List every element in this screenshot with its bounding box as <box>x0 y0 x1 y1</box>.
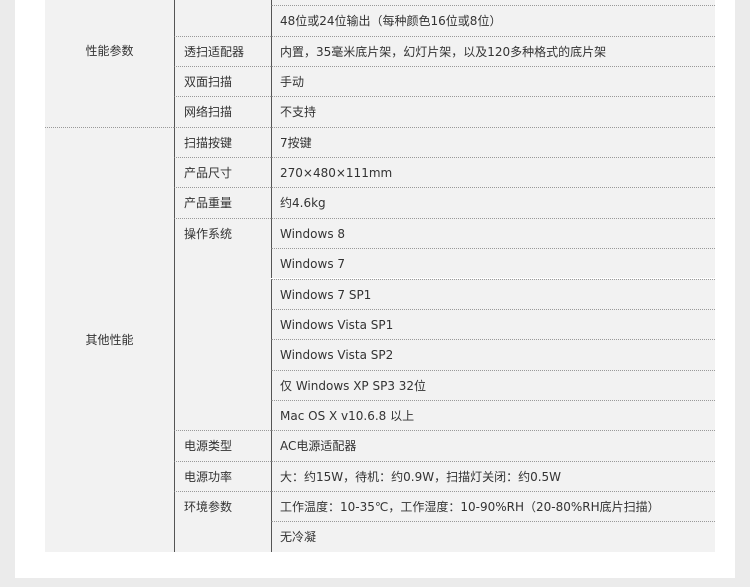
spec-label-cell <box>174 0 271 36</box>
spec-label-cell: 电源类型 <box>174 430 271 461</box>
spec-value: Windows Vista SP1 <box>271 308 715 340</box>
spec-label <box>184 0 271 5</box>
spec-label-cell: 双面扫描 <box>174 66 271 97</box>
spec-label: 网络扫描 <box>184 105 233 120</box>
spec-value: 7按键 <box>271 126 715 158</box>
spec-label-cell: 透扫适配器 <box>174 35 271 67</box>
content-panel: 彩色：48位输入（每种颜色16位）48位或24位输出（每种颜色16位或8位）透扫… <box>15 0 735 578</box>
spec-label: 双面扫描 <box>184 75 233 90</box>
spec-label-cell: 网络扫描 <box>174 96 271 127</box>
spec-label: 环境参数 <box>184 499 233 514</box>
spec-value: Windows Vista SP2 <box>271 339 715 370</box>
spec-value: Windows 7 SP1 <box>271 278 715 309</box>
spec-category: 性能参数 <box>45 0 174 127</box>
spec-value: 不支持 <box>271 96 715 127</box>
spec-label: 操作系统 <box>184 226 233 241</box>
spec-value: AC电源适配器 <box>271 430 715 461</box>
spec-label: 电源类型 <box>184 439 233 454</box>
spec-value: 仅 Windows XP SP3 32位 <box>271 369 715 400</box>
spec-value: 工作温度：10-35℃，工作湿度：10-90%RH（20-80%RH底片扫描） <box>271 490 715 522</box>
spec-value: 大：约15W，待机：约0.9W，扫描灯关闭：约0.5W <box>271 460 715 491</box>
spec-value: 48位或24位输出（每种颜色16位或8位） <box>271 5 715 36</box>
spec-label-cell: 环境参数 <box>174 490 271 552</box>
spec-label-cell: 操作系统 <box>174 217 271 431</box>
spec-table: 彩色：48位输入（每种颜色16位）48位或24位输出（每种颜色16位或8位）透扫… <box>15 0 735 578</box>
spec-value: Mac OS X v10.6.8 以上 <box>271 399 715 431</box>
spec-label: 产品尺寸 <box>184 166 233 181</box>
spec-label: 透扫适配器 <box>184 44 245 59</box>
spec-value: 内置，35毫米底片架，幻灯片架，以及120多种格式的底片架 <box>271 35 715 67</box>
spec-label-cell: 产品重量 <box>174 187 271 218</box>
spec-label-cell: 电源功率 <box>174 460 271 491</box>
spec-value: 270×480×111mm <box>271 157 715 188</box>
spec-category: 其他性能 <box>45 126 174 552</box>
spec-value: 手动 <box>271 66 715 97</box>
spec-label: 电源功率 <box>184 469 233 484</box>
spec-value: Windows 7 <box>271 248 715 279</box>
spec-value: 约4.6kg <box>271 187 715 218</box>
spec-label: 产品重量 <box>184 196 233 211</box>
spec-label: 扫描按键 <box>184 135 233 150</box>
spec-value: 无冷凝 <box>271 521 715 552</box>
spec-value: Windows 8 <box>271 217 715 249</box>
spec-label-cell: 扫描按键 <box>174 126 271 158</box>
spec-label-cell: 产品尺寸 <box>174 157 271 188</box>
